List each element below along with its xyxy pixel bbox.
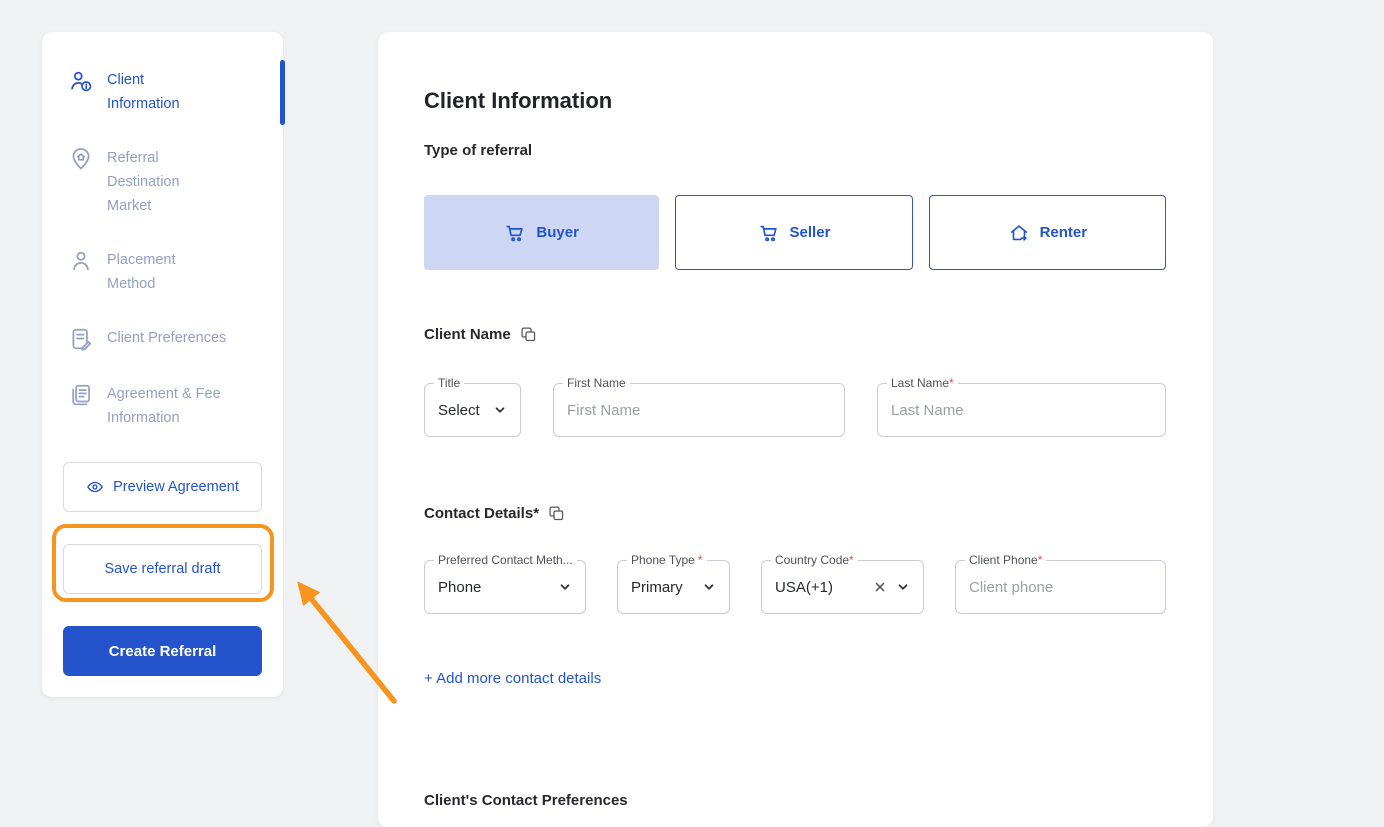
chevron-down-icon (558, 580, 572, 594)
sidebar-item-agreement-fee[interactable]: Agreement & Fee Information (68, 382, 267, 430)
first-name-field: First Name (553, 383, 845, 437)
title-select-value: Select (438, 402, 493, 419)
add-more-contact-details-link[interactable]: + Add more contact details (424, 670, 601, 687)
buyer-option-label: Buyer (536, 224, 579, 241)
page-title: Client Information (424, 88, 1166, 114)
type-of-referral-label: Type of referral (424, 142, 1166, 159)
last-name-input[interactable] (891, 402, 1152, 419)
client-phone-field: Client Phone* (955, 560, 1166, 614)
create-referral-label: Create Referral (109, 643, 217, 660)
copy-icon[interactable] (548, 505, 565, 522)
sidebar-item-client-information[interactable]: Client Information (68, 68, 267, 116)
country-code-value: USA(+1) (775, 579, 873, 596)
preview-agreement-button[interactable]: Preview Agreement (63, 462, 262, 512)
home-icon (1008, 222, 1030, 244)
preview-agreement-label: Preview Agreement (113, 479, 239, 495)
create-referral-button[interactable]: Create Referral (63, 626, 262, 676)
copy-icon[interactable] (520, 326, 537, 343)
destination-pin-icon (68, 146, 94, 172)
country-code-select[interactable]: Country Code* USA(+1) (761, 560, 924, 614)
active-step-indicator (280, 60, 285, 125)
contact-details-heading: Contact Details* (424, 505, 539, 522)
sidebar-item-client-preferences[interactable]: Client Preferences (68, 326, 267, 352)
chevron-down-icon (493, 403, 507, 417)
sidebar-item-label: Client Information (107, 68, 203, 116)
client-name-heading-row: Client Name (424, 326, 1166, 343)
phone-type-value: Primary (631, 579, 702, 596)
preferred-contact-method-select[interactable]: Preferred Contact Meth... Phone (424, 560, 586, 614)
client-info-icon (68, 68, 94, 94)
sidebar-item-label: Client Preferences (107, 326, 226, 352)
buyer-option[interactable]: Buyer (424, 195, 659, 270)
steps-nav: Client Information Referral Destination … (42, 32, 283, 462)
contact-preferences-heading: Client's Contact Preferences (424, 792, 1166, 809)
cart-icon (504, 222, 526, 244)
client-name-fields: Title Select First Name Last Name* (424, 383, 1166, 437)
seller-option[interactable]: Seller (675, 195, 912, 270)
title-select[interactable]: Title Select (424, 383, 521, 437)
sidebar-item-referral-destination-market[interactable]: Referral Destination Market (68, 146, 267, 218)
document-edit-icon (68, 326, 94, 352)
contact-details-heading-row: Contact Details* (424, 505, 1166, 522)
sidebar-item-label: Referral Destination Market (107, 146, 207, 218)
person-icon (68, 248, 94, 274)
client-phone-input[interactable] (969, 579, 1152, 596)
chevron-down-icon (702, 580, 716, 594)
preferred-contact-method-value: Phone (438, 579, 558, 596)
sidebar-item-placement-method[interactable]: Placement Method (68, 248, 267, 296)
referral-type-options: Buyer Seller Renter (424, 195, 1166, 270)
client-information-panel: Client Information Type of referral Buye… (378, 32, 1213, 827)
chevron-down-icon (896, 580, 910, 594)
seller-option-label: Seller (790, 224, 831, 241)
save-referral-draft-label: Save referral draft (104, 561, 220, 577)
referral-steps-sidebar: Client Information Referral Destination … (42, 32, 283, 697)
phone-type-select[interactable]: Phone Type* Primary (617, 560, 730, 614)
renter-option-label: Renter (1040, 224, 1088, 241)
save-referral-draft-button[interactable]: Save referral draft (63, 544, 262, 594)
cart-icon (758, 222, 780, 244)
eye-icon (86, 478, 104, 496)
sidebar-item-label: Placement Method (107, 248, 217, 296)
clear-icon[interactable] (873, 580, 887, 594)
contact-details-fields: Preferred Contact Meth... Phone Phone Ty… (424, 560, 1166, 614)
documents-stack-icon (68, 382, 94, 408)
sidebar-item-label: Agreement & Fee Information (107, 382, 237, 430)
first-name-input[interactable] (567, 402, 831, 419)
last-name-field: Last Name* (877, 383, 1166, 437)
client-name-heading: Client Name (424, 326, 511, 343)
renter-option[interactable]: Renter (929, 195, 1166, 270)
